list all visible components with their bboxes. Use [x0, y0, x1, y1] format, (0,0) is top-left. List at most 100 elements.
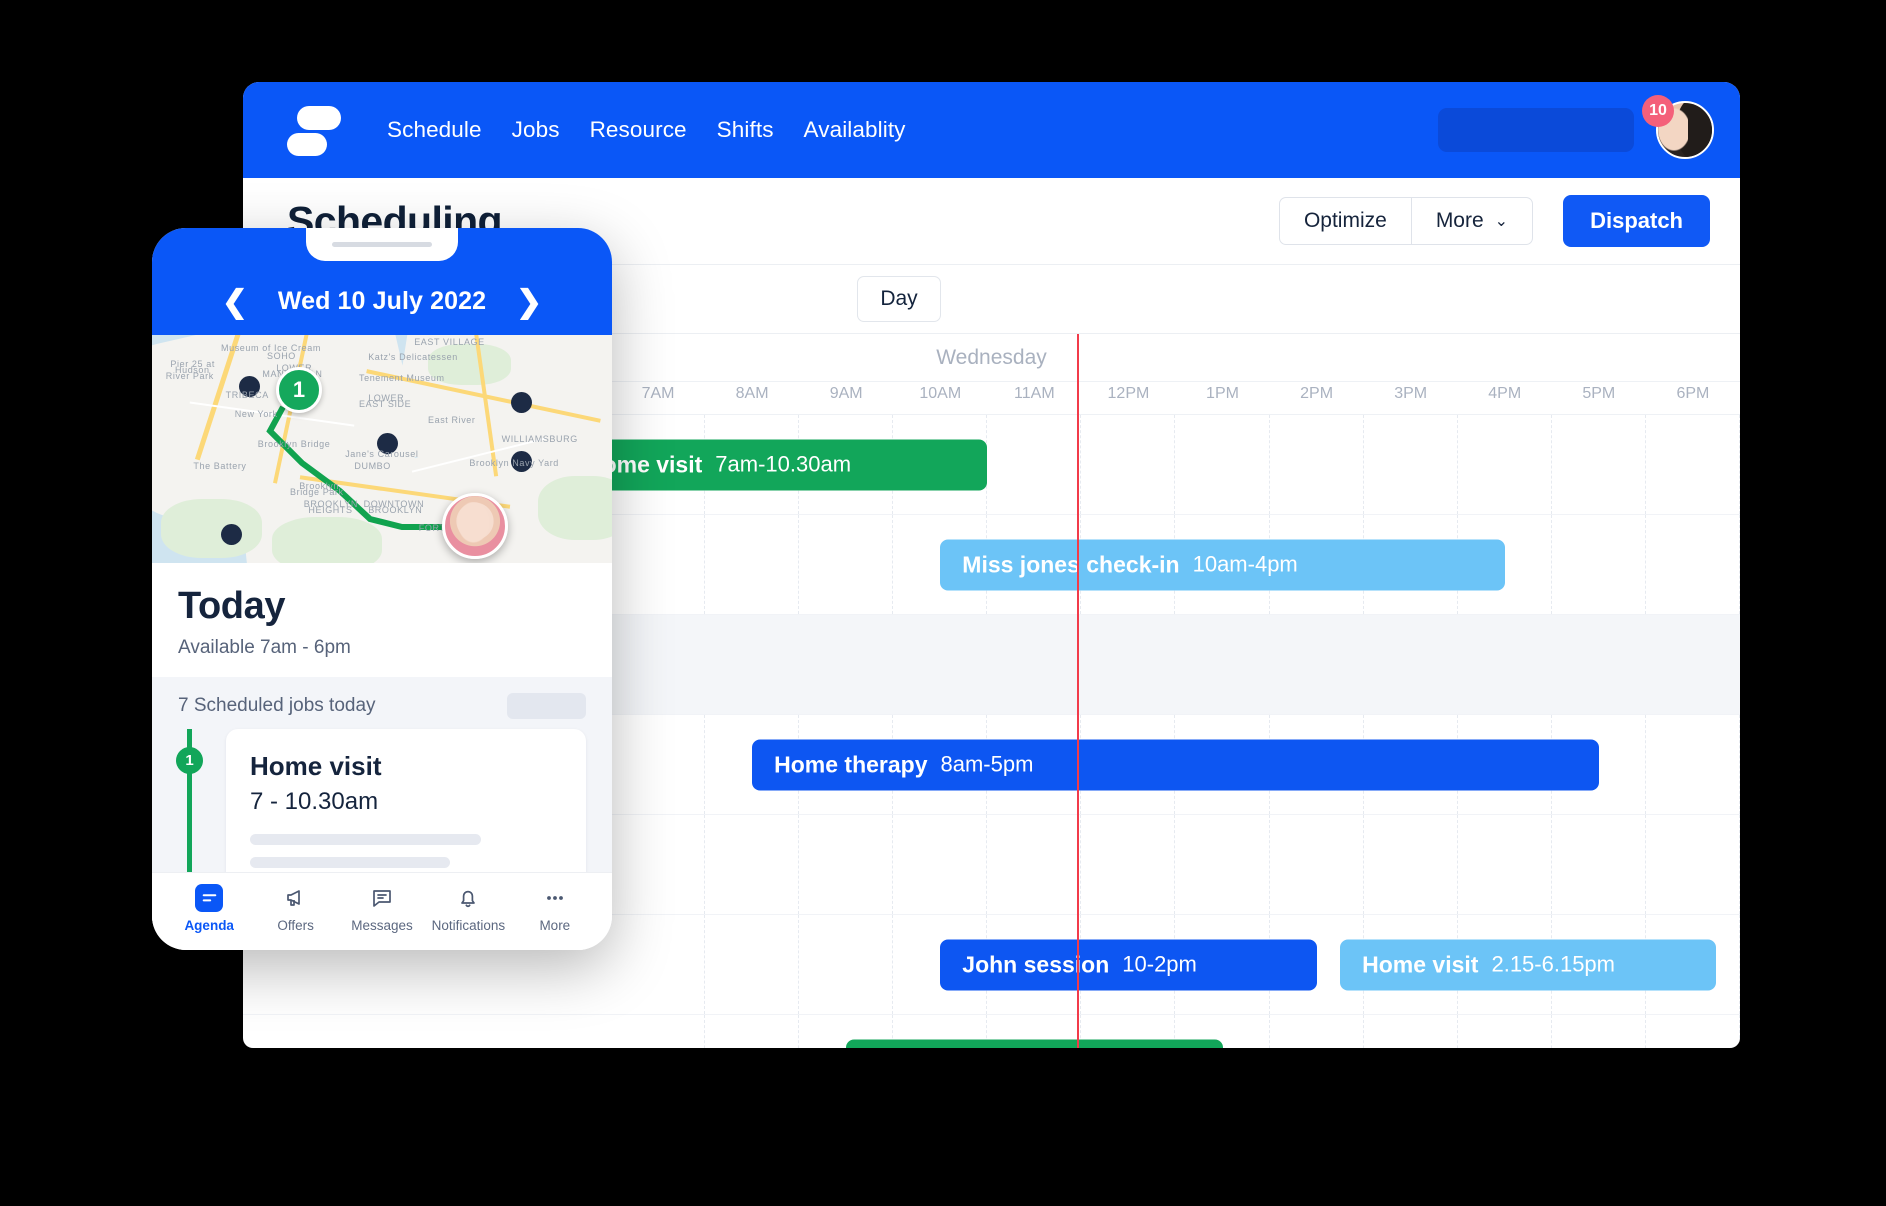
phone-date-label: Wed 10 July 2022	[277, 287, 487, 315]
calendar-cell	[1646, 1015, 1740, 1048]
calendar-cell	[1552, 1015, 1646, 1048]
hour-tick: 7AM	[641, 385, 675, 402]
tab-offers[interactable]: Offers	[252, 884, 338, 933]
calendar-event[interactable]: Sarah appointment9-1pm	[846, 1039, 1223, 1048]
calendar-cell	[1552, 615, 1646, 714]
calendar-event[interactable]: Miss jones check-in 10am-4pm	[940, 539, 1505, 590]
dispatch-button[interactable]: Dispatch	[1563, 195, 1710, 247]
calendar-cell	[893, 815, 988, 914]
calendar-cell	[1552, 815, 1646, 914]
tab-agenda[interactable]: Agenda	[166, 884, 252, 933]
bell-icon	[454, 884, 482, 912]
hour-tick: 8AM	[735, 385, 769, 402]
map-job-dot[interactable]	[510, 392, 532, 413]
map-label: SOHO	[267, 351, 296, 361]
chevron-right-icon[interactable]: ❯	[516, 286, 542, 317]
calendar-event-title: Miss jones check-in	[962, 551, 1180, 577]
calendar-cell	[705, 615, 799, 714]
calendar-cell	[1458, 415, 1552, 514]
job-time: 7 - 10.30am	[250, 788, 379, 815]
map-label: EAST VILLAGE	[414, 337, 485, 347]
today-availability: Available 7am - 6pm	[178, 637, 351, 658]
calendar-cell	[799, 815, 894, 914]
map-label: Tenement Museum	[359, 373, 445, 383]
hour-tick: 9AM	[829, 385, 863, 402]
optimize-button[interactable]: Optimize	[1278, 197, 1412, 245]
map-label: EAST SIDE	[359, 399, 412, 409]
calendar-cell	[1646, 815, 1740, 914]
tab-label: Offers	[277, 918, 314, 933]
nav-link-resource[interactable]: Resource	[590, 117, 687, 143]
tab-more[interactable]: More	[512, 884, 598, 933]
hour-tick: 11AM	[1014, 385, 1055, 402]
calendar-cell	[1270, 415, 1364, 514]
tab-messages[interactable]: Messages	[339, 884, 425, 933]
calendar-cell	[611, 615, 705, 714]
chevron-left-icon[interactable]: ❮	[222, 286, 248, 317]
calendar-cell	[1081, 615, 1175, 714]
calendar-event[interactable]: Home visit 2.15-6.15pm	[1340, 939, 1717, 990]
calendar-event-time: 10-2pm	[1122, 951, 1197, 977]
calendar-event-title: Home therapy	[774, 751, 928, 777]
nav-link-jobs[interactable]: Jobs	[512, 117, 560, 143]
user-avatar-wrapper[interactable]: 10	[1642, 95, 1714, 159]
calendar-cell	[799, 515, 894, 614]
scheduled-jobs-strip: 7 Scheduled jobs today	[152, 677, 612, 729]
nav-search-pill[interactable]	[1438, 108, 1634, 152]
top-navigation-bar: Schedule Jobs Resource Shifts Availablit…	[243, 82, 1740, 178]
map-route-marker-1[interactable]: 1	[276, 367, 322, 413]
mobile-phone-overlay: ❮ Wed 10 July 2022 ❯ 1 EAST VILLAGE Muse…	[152, 228, 612, 950]
calendar-cell	[1458, 815, 1552, 914]
calendar-row: Sarah appointment9-1pm	[243, 1015, 1740, 1048]
calendar-cell	[1458, 615, 1552, 714]
route-map[interactable]: 1 EAST VILLAGE Museum of Ice Cream SOHO Kat…	[152, 335, 612, 563]
calendar-cell	[705, 515, 800, 614]
phone-speaker	[332, 242, 432, 247]
hour-tick: 1PM	[1206, 385, 1239, 402]
nav-link-availablity[interactable]: Availablity	[804, 117, 906, 143]
calendar-cell	[1364, 1015, 1458, 1048]
map-worker-avatar[interactable]	[442, 493, 508, 559]
agenda-icon	[195, 884, 224, 912]
hour-tick: 2PM	[1300, 385, 1334, 402]
calendar-cell	[611, 1015, 706, 1048]
header-actions: Optimize More ⌄ Dispatch	[1278, 195, 1710, 247]
more-button[interactable]: More ⌄	[1411, 197, 1534, 245]
nav-right-section: 10	[1438, 95, 1714, 159]
calendar-cell	[1364, 615, 1458, 714]
calendar-cell	[611, 815, 706, 914]
notification-badge[interactable]: 10	[1642, 95, 1674, 127]
map-label: Jane's Carousel	[345, 449, 419, 459]
calendar-event[interactable]: Home visit 7am-10.30am	[563, 439, 988, 490]
map-label: DUMBO	[354, 461, 391, 471]
hour-tick: 12PM	[1107, 385, 1150, 402]
nav-link-schedule[interactable]: Schedule	[387, 117, 482, 143]
map-label: Brooklyn Navy Yard	[469, 458, 559, 468]
chevron-down-icon: ⌄	[1494, 213, 1509, 230]
map-label: Bridge Park	[290, 487, 344, 497]
calendar-event[interactable]: Home therapy 8am-5pm	[752, 739, 1599, 790]
calendar-event-time: 7am-10.30am	[715, 451, 852, 477]
tab-label: Notifications	[431, 918, 506, 933]
hour-tick: 10AM	[919, 385, 962, 402]
logo-icon[interactable]	[287, 102, 341, 158]
map-label: River Park	[165, 371, 214, 381]
calendar-cell	[611, 715, 706, 814]
tab-notifications[interactable]: Notifications	[425, 884, 511, 933]
calendar-cell	[1081, 815, 1176, 914]
day-view-button[interactable]: Day	[857, 276, 941, 322]
scheduled-jobs-count: 7 Scheduled jobs today	[178, 695, 376, 716]
today-title: Today	[178, 585, 286, 627]
calendar-event-title: Home visit	[1362, 951, 1479, 977]
calendar-event[interactable]: John session 10-2pm	[940, 939, 1317, 990]
calendar-cell	[893, 615, 987, 714]
map-label: HEIGHTS	[308, 505, 353, 515]
calendar-cell	[1270, 615, 1364, 714]
map-label: New York	[234, 409, 278, 419]
calendar-event-time: 8am-5pm	[940, 751, 1034, 777]
calendar-event-time: 2.15-6.15pm	[1491, 951, 1615, 977]
nav-link-shifts[interactable]: Shifts	[717, 117, 774, 143]
jobs-filter-placeholder[interactable]	[507, 693, 586, 719]
calendar-cell	[1552, 415, 1646, 514]
job-detail-placeholder	[250, 857, 450, 868]
